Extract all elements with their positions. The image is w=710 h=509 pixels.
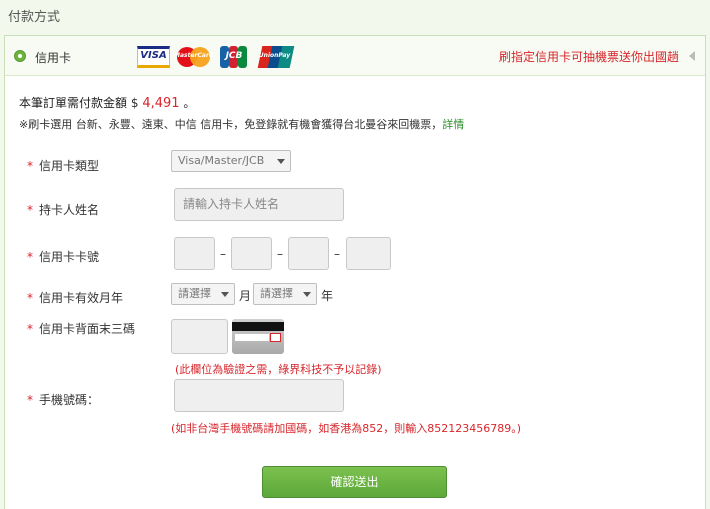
amount-suffix: 。: [183, 96, 196, 110]
jcb-logo-icon: JCB: [220, 46, 248, 68]
card-type-label-text: 信用卡類型: [39, 159, 100, 173]
holder-name-input[interactable]: 請輸入持卡人姓名: [174, 188, 344, 221]
card-number-label: * 信用卡卡號: [27, 248, 99, 265]
phone-input[interactable]: [174, 379, 344, 412]
phone-hint: (如非台灣手機號碼請加國碼，如香港為852，則輸入852123456789。): [171, 422, 522, 435]
collapse-arrow-icon[interactable]: [689, 51, 695, 61]
cvv-hint: (此欄位為驗證之需，綠界科技不予以記錄): [175, 363, 382, 376]
chevron-down-icon: [277, 159, 285, 164]
expiry-year-select[interactable]: 請選擇: [253, 283, 317, 305]
card-type-select[interactable]: Visa/Master/JCB: [171, 150, 291, 172]
expiry-label: * 信用卡有效月年: [27, 289, 123, 306]
visa-logo-icon: VISA: [137, 46, 170, 68]
card-number-separator: –: [277, 247, 283, 261]
chevron-down-icon: [221, 292, 229, 297]
payment-method-label[interactable]: 信用卡: [35, 49, 71, 66]
month-unit: 月: [239, 289, 252, 303]
expiry-month-value: 請選擇: [178, 287, 211, 300]
card-number-input-2[interactable]: [231, 237, 272, 270]
section-title: 付款方式: [8, 10, 61, 25]
payment-method-bar[interactable]: 信用卡 VISA MasterCard JCB UnionPay 刷指定信用卡可…: [5, 36, 705, 76]
card-number-input-3[interactable]: [288, 237, 329, 270]
promo-note-text: ※刷卡選用 台新、永豐、遠東、中信 信用卡，免登錄就有機會獲得台北曼谷來回機票，: [19, 118, 443, 131]
jcb-logo-text: JCB: [225, 51, 243, 61]
promo-note: ※刷卡選用 台新、永豐、遠東、中信 信用卡，免登錄就有機會獲得台北曼谷來回機票，…: [19, 116, 464, 132]
card-number-separator: –: [334, 247, 340, 261]
card-back-icon: [232, 319, 284, 354]
mastercard-logo-icon: MasterCard: [174, 46, 214, 68]
submit-button[interactable]: 確認送出: [262, 466, 447, 498]
phone-label: * 手機號碼：: [27, 391, 99, 408]
details-link[interactable]: 詳情: [442, 118, 464, 131]
required-mark: *: [27, 291, 33, 305]
expiry-month-select[interactable]: 請選擇: [171, 283, 235, 305]
card-number-input-1[interactable]: [174, 237, 215, 270]
required-mark: *: [27, 322, 33, 336]
card-number-label-text: 信用卡卡號: [39, 250, 100, 264]
cvv-label-text: 信用卡背面末三碼: [39, 322, 136, 336]
promo-link[interactable]: 刷指定信用卡可抽機票送你出國趟: [499, 48, 679, 65]
credit-card-radio[interactable]: [14, 50, 26, 62]
payment-panel: 信用卡 VISA MasterCard JCB UnionPay 刷指定信用卡可…: [4, 35, 706, 509]
unionpay-logo-icon: UnionPay: [257, 46, 295, 68]
required-mark: *: [27, 159, 33, 173]
required-mark: *: [27, 393, 33, 407]
cvv-label: * 信用卡背面末三碼: [27, 320, 135, 337]
order-amount: 本筆訂單需付款金額 $ 4,491 。: [19, 94, 195, 111]
card-type-label: * 信用卡類型: [27, 157, 99, 174]
mastercard-logo-text: MasterCard: [174, 52, 214, 59]
holder-name-label-text: 持卡人姓名: [39, 203, 100, 217]
chevron-down-icon: [303, 292, 311, 297]
unionpay-logo-text: UnionPay: [258, 52, 291, 59]
card-number-input-4[interactable]: [346, 237, 391, 270]
expiry-label-text: 信用卡有效月年: [39, 291, 124, 305]
holder-name-placeholder: 請輸入持卡人姓名: [183, 197, 280, 211]
holder-name-label: * 持卡人姓名: [27, 201, 99, 218]
year-unit: 年: [321, 289, 334, 303]
card-number-separator: –: [220, 247, 226, 261]
expiry-year-value: 請選擇: [260, 287, 293, 300]
visa-logo-text: VISA: [140, 50, 167, 61]
required-mark: *: [27, 203, 33, 217]
card-type-value: Visa/Master/JCB: [178, 154, 265, 167]
amount-value: 4,491: [142, 96, 180, 111]
phone-label-text: 手機號碼：: [39, 393, 100, 407]
amount-prefix: 本筆訂單需付款金額: [19, 96, 128, 110]
cvv-input[interactable]: [171, 319, 228, 354]
required-mark: *: [27, 250, 33, 264]
amount-currency: $: [130, 96, 139, 110]
